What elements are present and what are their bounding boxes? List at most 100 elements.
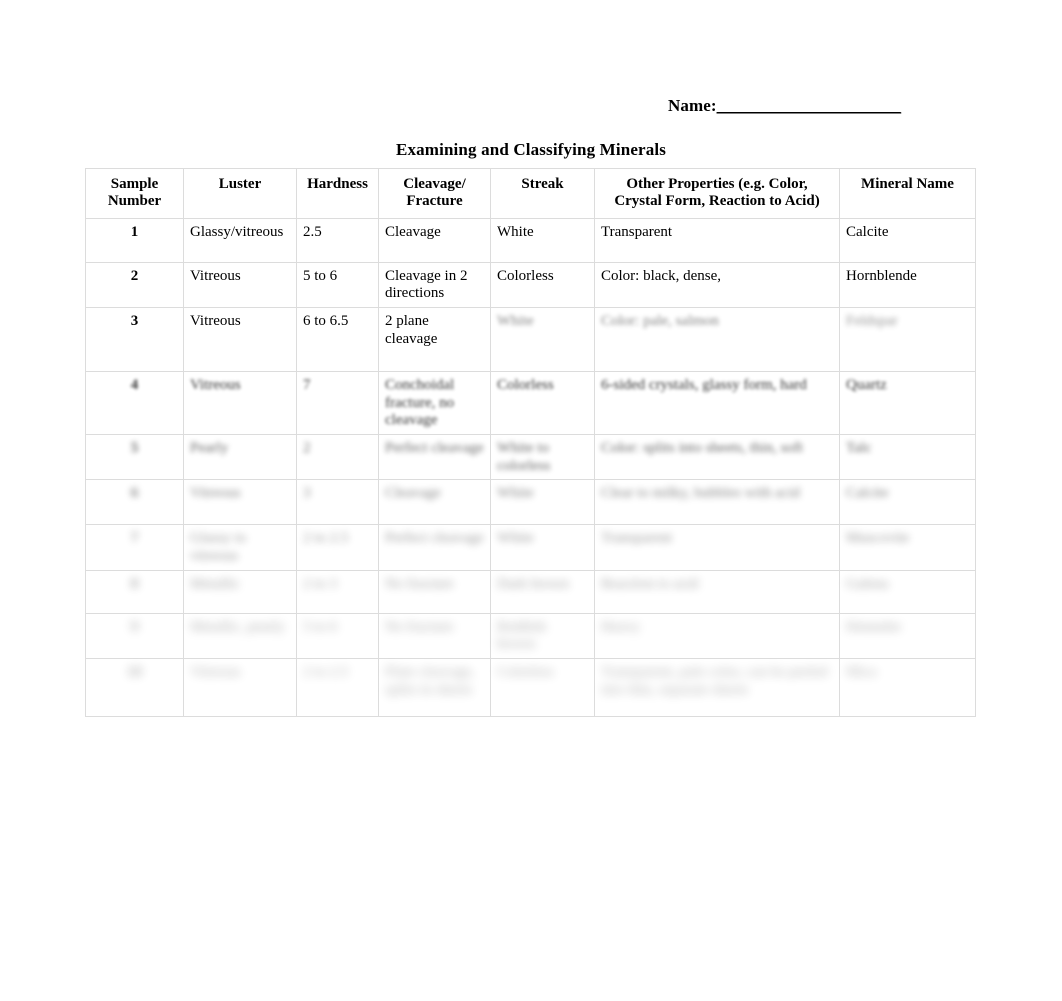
cell-sample-number[interactable]: 8 [85,569,184,614]
cell-cleavage-fracture[interactable]: Perfect cleavage [378,433,491,481]
cell-luster[interactable]: Glassy/vitreous [183,217,297,263]
cell-streak[interactable]: White [490,306,595,372]
cell-mineral-name[interactable]: Hornblende [839,261,976,308]
cell-luster[interactable]: Glassy to vitreous [183,524,297,571]
cell-cleavage-fracture[interactable]: Conchoidal fracture, no cleavage [378,370,491,435]
minerals-table: Sample Number Luster Hardness Cleavage/ … [85,168,976,718]
header-line-2: Number [107,193,162,210]
cell-streak[interactable]: Colorless [490,261,595,308]
name-blank-line[interactable]: _______________________ [717,96,902,115]
cell-mineral-name[interactable]: Calcite [839,479,976,526]
header-line-2: Crystal Form, Reaction to Acid) [614,193,820,210]
cell-streak[interactable]: White to colorless [490,433,595,481]
cell-other-properties[interactable]: Transparent [594,524,840,571]
cell-hardness[interactable]: 2 to 2.5 [296,524,379,571]
header-line-1: Sample [110,176,159,192]
cell-luster[interactable]: Vitreous [183,306,297,372]
cell-mineral-name[interactable]: Quartz [839,370,976,435]
cell-cleavage-fracture[interactable]: Perfect cleavage [378,524,491,571]
header-line-1: Other Properties (e.g. Color, [626,176,808,192]
cell-streak[interactable]: Reddish brown [490,612,595,660]
cell-other-properties[interactable]: 6-sided crystals, glassy form, hard [594,370,840,435]
cell-luster[interactable]: Metallic, pearly [183,612,297,660]
cell-luster[interactable]: Vitreous [183,479,297,526]
cell-hardness[interactable]: 2.5 [296,217,379,263]
column-header-cleavage-fracture: Cleavage/ Fracture [378,168,491,219]
cell-hardness[interactable]: 5 to 6 [296,261,379,308]
cell-sample-number[interactable]: 10 [85,658,184,718]
cell-other-properties[interactable]: Color: black, dense, [594,261,840,308]
cell-luster[interactable]: Vitreous [183,370,297,435]
cell-other-properties[interactable]: Reaction to acid [594,569,840,614]
cell-luster[interactable]: Vitreous [183,658,297,718]
header-line-2: Fracture [406,193,463,210]
cell-cleavage-fracture[interactable]: Plate cleavage, splits in sheets [378,658,491,718]
cell-other-properties[interactable]: Transparent, pale color, can be peeled i… [594,658,840,718]
cell-mineral-name[interactable]: Muscovite [839,524,976,571]
table-row: 2 Vitreous 5 to 6 Cleavage in 2 directions C… [85,261,976,308]
cell-other-properties[interactable]: Transparent [594,217,840,263]
cell-sample-number[interactable]: 3 [85,306,184,372]
cell-streak[interactable]: Colorless [490,658,595,718]
table-row: 3 Vitreous 6 to 6.5 2 plane cleavage White Co… [85,306,976,372]
cell-hardness[interactable]: 2 [296,433,379,481]
minerals-table-container: Sample Number Luster Hardness Cleavage/ … [85,168,976,718]
cell-hardness[interactable]: 3 [296,479,379,526]
cell-hardness[interactable]: 2 to 2.5 [296,658,379,718]
header-line-1: Luster [218,176,262,192]
cell-cleavage-fracture[interactable]: Cleavage in 2 directions [378,261,491,308]
column-header-sample-number: Sample Number [85,168,184,219]
column-header-mineral-name: Mineral Name [839,168,976,219]
cell-luster[interactable]: Vitreous [183,261,297,308]
cell-mineral-name[interactable]: Calcite [839,217,976,263]
cell-sample-number[interactable]: 9 [85,612,184,660]
cell-hardness[interactable]: 2 to 3 [296,569,379,614]
cell-streak[interactable]: Dark brown [490,569,595,614]
cell-other-properties[interactable]: Color: splits into sheets, thin, soft [594,433,840,481]
document-page: Name:_______________________ Examining a… [0,0,1062,1001]
cell-hardness[interactable]: 7 [296,370,379,435]
cell-cleavage-fracture[interactable]: Cleavage [378,479,491,526]
cell-mineral-name[interactable]: Talc [839,433,976,481]
cell-mineral-name[interactable]: Hematite [839,612,976,660]
cell-hardness[interactable]: 5 to 6 [296,612,379,660]
cell-cleavage-fracture[interactable]: 2 plane cleavage [378,306,491,372]
minerals-table-body: 1 Glassy/vitreous 2.5 Cleavage White Transpar… [85,217,976,718]
table-row: 4 Vitreous 7 Conchoidal fracture, no cleava… [85,370,976,435]
cell-cleavage-fracture[interactable]: Cleavage [378,217,491,263]
cell-streak[interactable]: White [490,217,595,263]
name-label: Name: [668,96,717,115]
cell-sample-number[interactable]: 5 [85,433,184,481]
cell-luster[interactable]: Metallic [183,569,297,614]
cell-streak[interactable]: White [490,524,595,571]
cell-cleavage-fracture[interactable]: No fracture [378,612,491,660]
cell-luster[interactable]: Pearly [183,433,297,481]
page-title: Examining and Classifying Minerals [395,140,667,159]
column-header-hardness: Hardness [296,168,379,219]
cell-sample-number[interactable]: 4 [85,370,184,435]
cell-other-properties[interactable]: Clear to milky, bubbles with acid [594,479,840,526]
cell-sample-number[interactable]: 7 [85,524,184,571]
column-header-other-properties: Other Properties (e.g. Color, Crystal Fo… [594,168,840,219]
table-row: 5 Pearly 2 Perfect cleavage White to colorle… [85,433,976,481]
cell-cleavage-fracture[interactable]: No fracture [378,569,491,614]
cell-sample-number[interactable]: 1 [85,217,184,263]
cell-streak[interactable]: White [490,479,595,526]
cell-mineral-name[interactable]: Galena [839,569,976,614]
cell-other-properties[interactable]: Heavy [594,612,840,660]
name-field-line: Name:_______________________ [668,96,901,116]
cell-sample-number[interactable]: 6 [85,479,184,526]
table-row: 7 Glassy to vitreous 2 to 2.5 Perfect cleav… [85,524,976,571]
cell-streak[interactable]: Colorless [490,370,595,435]
header-line-1: Mineral Name [861,176,954,192]
table-row: 8 Metallic 2 to 3 No fracture Dark brown Reac… [85,569,976,614]
header-line-1: Cleavage/ [403,176,466,192]
column-header-luster: Luster [183,168,297,219]
cell-hardness[interactable]: 6 to 6.5 [296,306,379,372]
cell-mineral-name[interactable]: Mica [839,658,976,718]
cell-mineral-name[interactable]: Feldspar [839,306,976,372]
header-line-1: Streak [521,176,564,192]
table-row: 1 Glassy/vitreous 2.5 Cleavage White Transpar… [85,217,976,263]
cell-sample-number[interactable]: 2 [85,261,184,308]
cell-other-properties[interactable]: Color: pale, salmon [594,306,840,372]
